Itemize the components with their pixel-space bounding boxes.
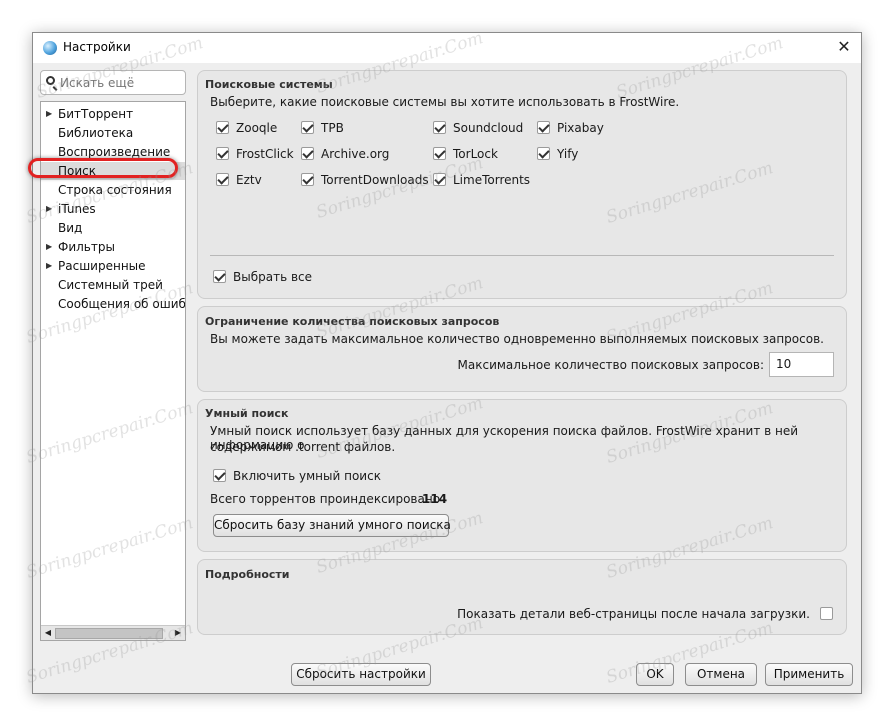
separator xyxy=(210,255,834,256)
details-panel: Подробности Показать детали веб-страницы… xyxy=(197,559,847,635)
scroll-left-icon[interactable]: ◀ xyxy=(41,626,55,640)
panel-description: Вы можете задать максимальное количество… xyxy=(210,332,824,346)
sidebar-item-label: Вид xyxy=(58,221,83,235)
checkbox-icon[interactable] xyxy=(216,173,229,186)
checkbox-label: Eztv xyxy=(236,173,262,187)
sidebar-item-label: Системный трей xyxy=(58,278,163,292)
checkbox-label: Pixabay xyxy=(557,121,604,135)
sidebar-item-label: Строка состояния xyxy=(58,183,172,197)
checkbox-icon[interactable] xyxy=(433,147,446,160)
checkbox-label: Выбрать все xyxy=(233,270,313,284)
checkbox-icon[interactable] xyxy=(537,121,550,134)
selection-highlight-ring xyxy=(28,158,178,178)
checkbox-icon[interactable] xyxy=(216,147,229,160)
frostwire-globe-icon xyxy=(43,41,57,55)
checkbox-label: Yify xyxy=(557,147,579,161)
title-bar: Настройки ✕ xyxy=(33,33,861,63)
query-limit-panel: Ограничение количества поисковых запросо… xyxy=(197,306,847,392)
show-details-label: Показать детали веб-страницы после начал… xyxy=(457,607,810,621)
checkbox-label: LimeTorrents xyxy=(453,173,531,187)
checkbox-label: Zooqle xyxy=(236,121,278,135)
sidebar-item-label: Библиотека xyxy=(58,126,134,140)
checkbox-label: FrostClick xyxy=(236,147,294,161)
sidebar-item-label: Расширенные xyxy=(58,259,146,273)
sidebar-item-view[interactable]: Вид xyxy=(41,219,185,237)
checkbox-label: TorLock xyxy=(453,147,498,161)
expand-arrow-icon[interactable]: ▶ xyxy=(46,257,52,275)
checkbox-icon[interactable] xyxy=(820,607,833,620)
max-queries-input[interactable]: 10 xyxy=(769,352,834,377)
checkbox-label: Archive.org xyxy=(321,147,390,161)
checkbox-icon[interactable] xyxy=(301,147,314,160)
show-details-checkbox[interactable] xyxy=(820,606,834,622)
checkbox-icon[interactable] xyxy=(537,147,550,160)
cancel-button[interactable]: Отмена xyxy=(685,663,757,686)
sidebar-item-itunes[interactable]: ▶ iTunes xyxy=(41,200,185,218)
reset-smart-search-button[interactable]: Сбросить базу знаний умного поиска xyxy=(213,514,451,537)
panel-title: Подробности xyxy=(205,568,290,581)
scrollbar-thumb[interactable] xyxy=(55,628,163,639)
checkbox-icon[interactable] xyxy=(433,173,446,186)
checkbox-icon[interactable] xyxy=(301,121,314,134)
sidebar-item-label: iTunes xyxy=(58,202,96,216)
checkbox-label: Включить умный поиск xyxy=(233,469,381,483)
reset-settings-button[interactable]: Сбросить настройки xyxy=(291,663,431,686)
search-engines-panel: Поисковые системы Выберите, какие поиско… xyxy=(197,70,847,299)
checkbox-icon[interactable] xyxy=(301,173,314,186)
checkbox-icon[interactable] xyxy=(213,469,226,482)
close-button[interactable]: ✕ xyxy=(833,36,855,58)
checkbox-label: TorrentDownloads xyxy=(321,173,429,187)
expand-arrow-icon[interactable]: ▶ xyxy=(46,238,52,256)
smart-search-panel: Умный поиск Умный поиск использует базу … xyxy=(197,399,847,552)
sidebar-search-input[interactable] xyxy=(60,74,180,91)
sidebar-item-system-tray[interactable]: Системный трей xyxy=(41,276,185,294)
panel-description-line: содержимом .torrent файлов. xyxy=(210,440,396,454)
sidebar-item-bug-reports[interactable]: Сообщения об ошибках xyxy=(41,295,185,313)
panel-title: Ограничение количества поисковых запросо… xyxy=(205,315,500,328)
settings-tree: ▶ БитТоррент Библиотека Воспроизведение … xyxy=(40,101,186,641)
expand-arrow-icon[interactable]: ▶ xyxy=(46,105,52,123)
max-queries-label: Максимальное количество поисковых запрос… xyxy=(457,358,764,372)
sidebar-item-filters[interactable]: ▶ Фильтры xyxy=(41,238,185,256)
sidebar-horizontal-scrollbar[interactable]: ◀ ▶ xyxy=(41,625,185,640)
sidebar-item-advanced[interactable]: ▶ Расширенные xyxy=(41,257,185,275)
panel-title: Умный поиск xyxy=(205,407,289,420)
settings-dialog: Настройки ✕ ▶ БитТоррент Библиотека Восп… xyxy=(24,28,862,694)
checkbox-icon[interactable] xyxy=(433,121,446,134)
panel-title: Поисковые системы xyxy=(205,78,333,91)
search-icon xyxy=(46,76,55,85)
checkbox-icon[interactable] xyxy=(216,121,229,134)
sidebar-item-label: БитТоррент xyxy=(58,107,134,121)
expand-arrow-icon[interactable]: ▶ xyxy=(46,200,52,218)
scroll-right-icon[interactable]: ▶ xyxy=(171,626,185,640)
checkbox-icon[interactable] xyxy=(213,270,226,283)
sidebar-search-box[interactable] xyxy=(40,70,186,95)
indexed-torrents-count: 114 xyxy=(422,492,448,506)
sidebar-item-label: Фильтры xyxy=(58,240,115,254)
indexed-torrents-label: Всего торрентов проиндексировано xyxy=(210,492,441,506)
checkbox-label: Soundcloud xyxy=(453,121,524,135)
sidebar-item-bittorrent[interactable]: ▶ БитТоррент xyxy=(41,105,185,123)
sidebar-item-label: Сообщения об ошибках xyxy=(58,297,186,311)
apply-button[interactable]: Применить xyxy=(765,663,853,686)
ok-button[interactable]: OK xyxy=(636,663,674,686)
window-title: Настройки xyxy=(63,40,131,54)
panel-description: Выберите, какие поисковые системы вы хот… xyxy=(210,95,680,109)
sidebar-item-library[interactable]: Библиотека xyxy=(41,124,185,142)
checkbox-label: TPB xyxy=(321,121,344,135)
sidebar-item-status-bar[interactable]: Строка состояния xyxy=(41,181,185,199)
